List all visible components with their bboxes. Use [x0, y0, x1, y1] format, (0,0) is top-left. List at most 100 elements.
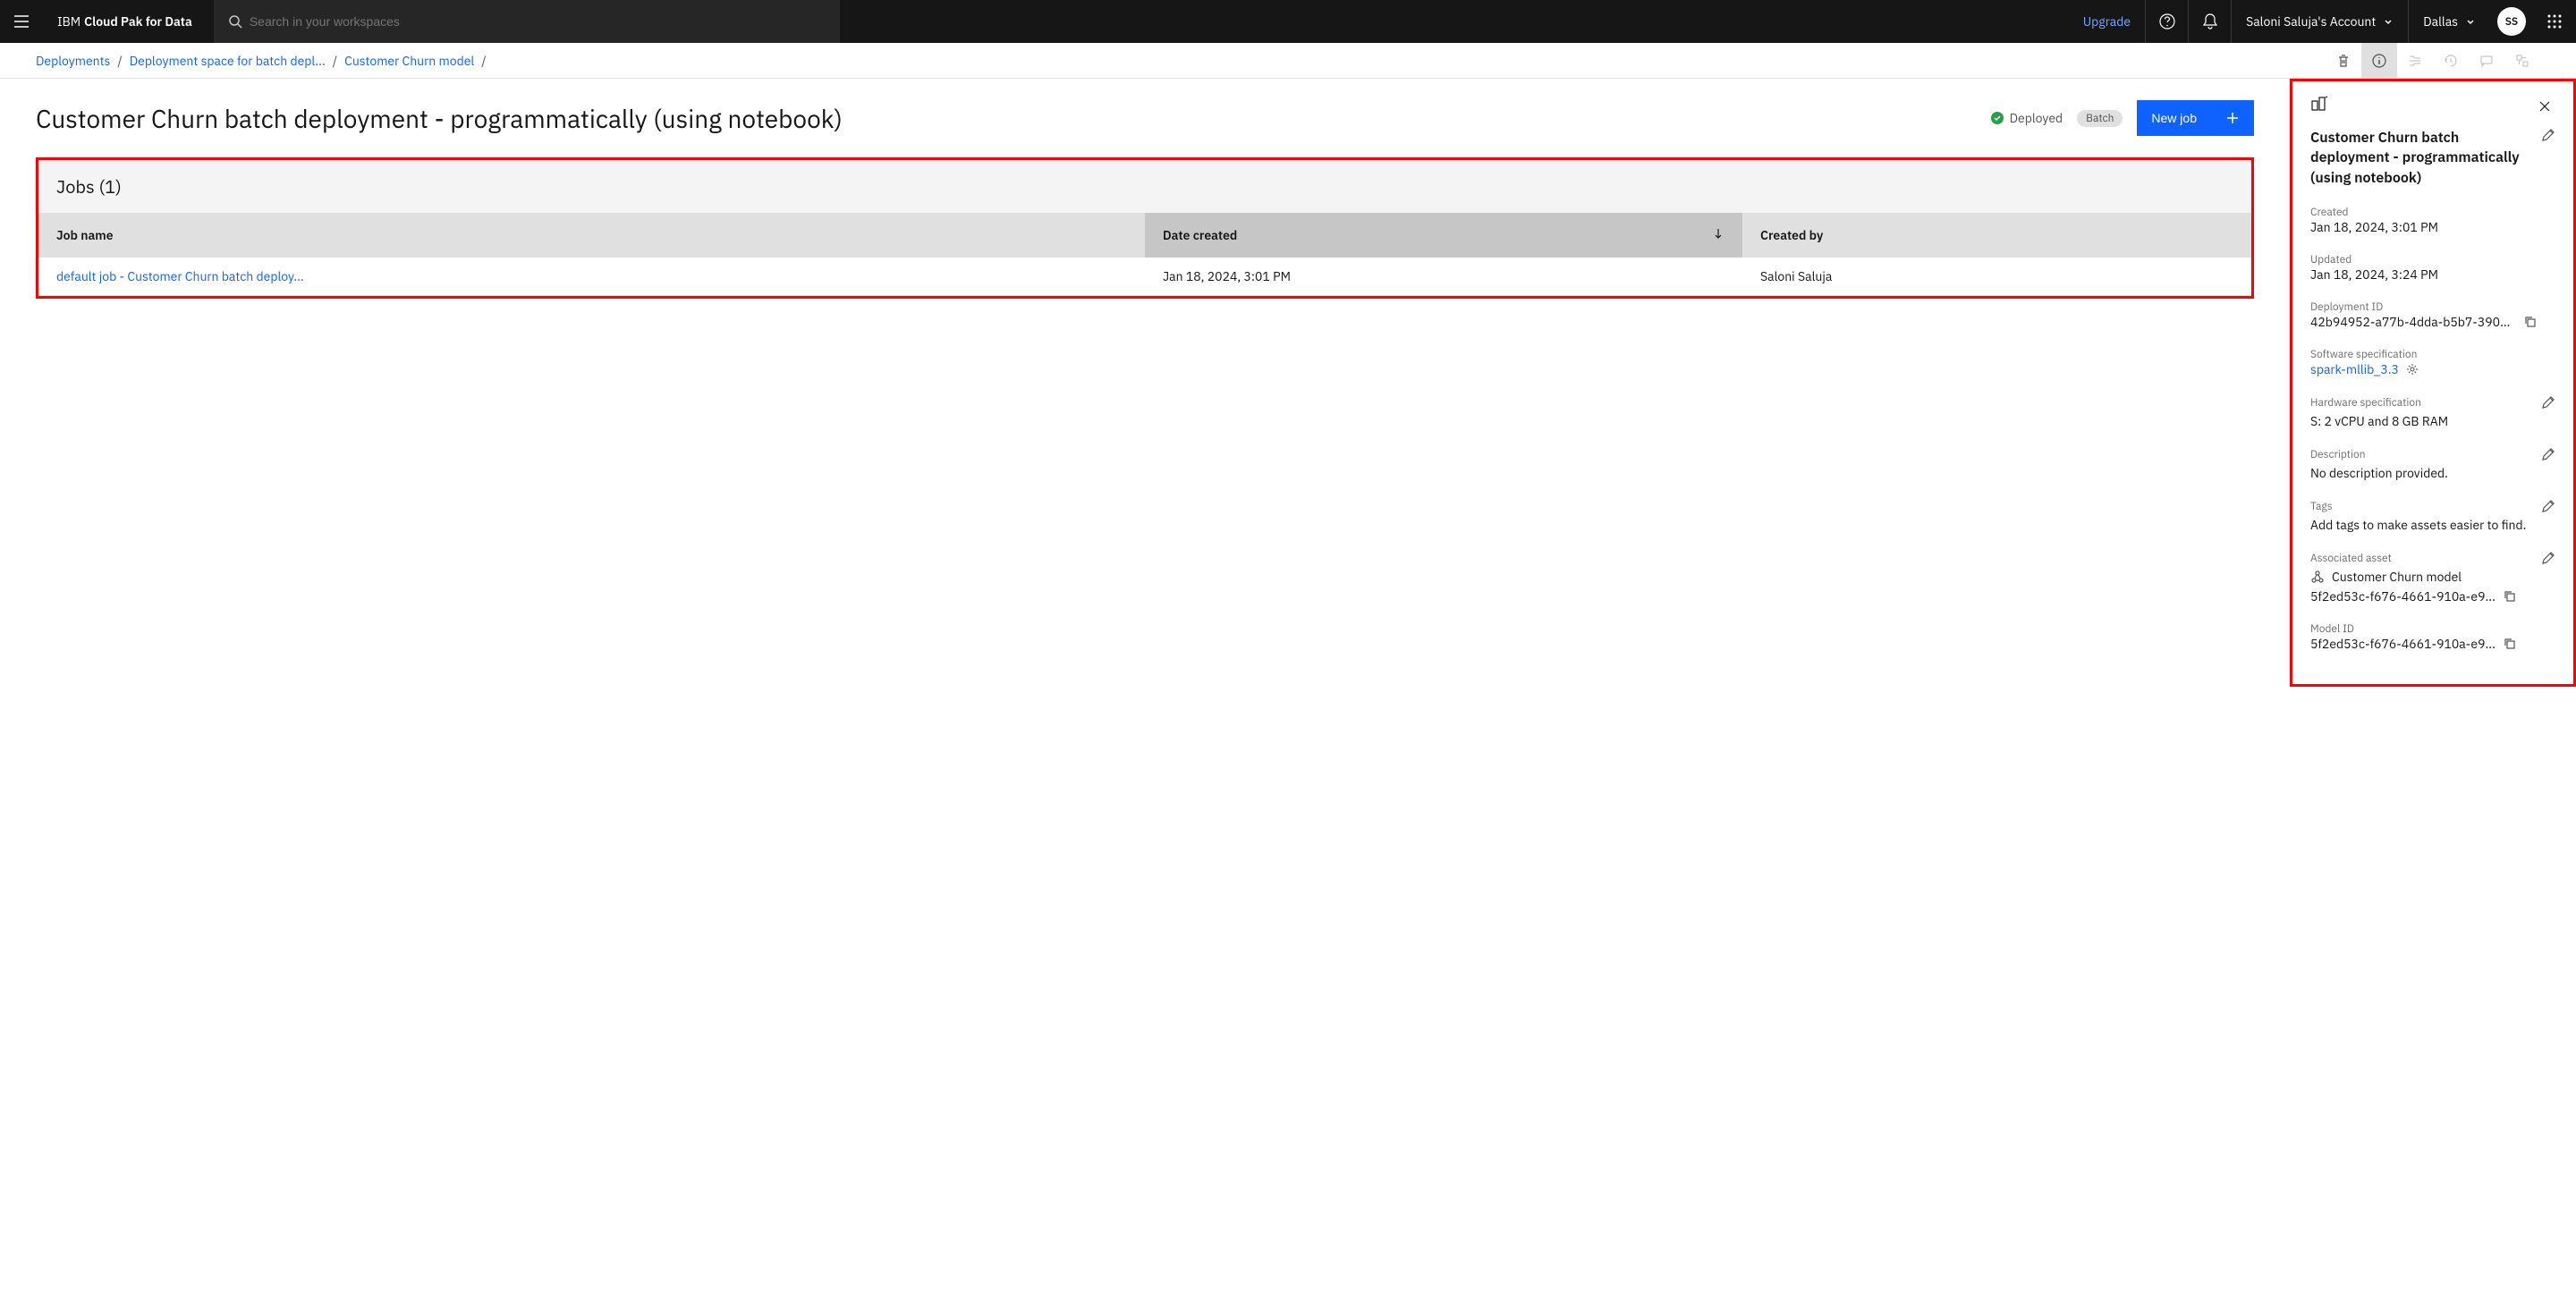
account-menu[interactable]: Saloni Saluja's Account	[2231, 0, 2408, 43]
brand-ibm: IBM	[57, 13, 80, 30]
panel-title-row: Customer Churn batch deployment - progra…	[2310, 128, 2555, 188]
help-icon	[2158, 13, 2176, 30]
model-id-label: Model ID	[2310, 622, 2555, 636]
brand[interactable]: IBM Cloud Pak for Data	[43, 13, 207, 30]
close-icon	[2538, 99, 2552, 114]
col-date-label: Date created	[1163, 227, 1237, 243]
page-header: Customer Churn batch deployment - progra…	[36, 100, 2254, 136]
chat-icon	[2479, 54, 2494, 68]
updated-value: Jan 18, 2024, 3:24 PM	[2310, 266, 2555, 283]
plus-icon	[2225, 111, 2240, 125]
status-deployed: Deployed	[1990, 110, 2063, 126]
brand-cpd: Cloud Pak for Data	[84, 13, 192, 30]
col-job-name[interactable]: Job name	[38, 213, 1145, 258]
edit-icon[interactable]	[2541, 551, 2555, 565]
info-button[interactable]	[2361, 43, 2397, 79]
deployment-icon	[2310, 96, 2328, 114]
detail-hardware-spec: Hardware specification S: 2 vCPU and 8 G…	[2310, 395, 2555, 429]
status-label: Deployed	[2010, 110, 2063, 126]
bell-icon	[2201, 13, 2219, 30]
detail-description: Description No description provided.	[2310, 447, 2555, 481]
delete-button[interactable]	[2326, 43, 2361, 79]
deployment-id-value: 42b94952-a77b-4dda-b5b7-39090...	[2310, 314, 2516, 330]
details-panel: Customer Churn batch deployment - progra…	[2290, 79, 2576, 687]
created-label: Created	[2310, 206, 2555, 219]
breadcrumb-separator: /	[481, 53, 486, 69]
new-job-button[interactable]: New job	[2137, 100, 2254, 136]
description-value: No description provided.	[2310, 465, 2555, 481]
app-switcher-icon	[2546, 13, 2563, 30]
deployment-id-label: Deployment ID	[2310, 300, 2555, 314]
history-icon	[2444, 54, 2458, 68]
description-label: Description	[2310, 448, 2366, 461]
copy-icon[interactable]	[2523, 315, 2538, 329]
region-menu[interactable]: Dallas	[2408, 0, 2490, 43]
breadcrumb-separator: /	[333, 53, 337, 69]
created-value: Jan 18, 2024, 3:01 PM	[2310, 219, 2555, 235]
detail-associated-asset: Associated asset Customer Churn model 5f…	[2310, 551, 2555, 604]
panel-title: Customer Churn batch deployment - progra…	[2310, 128, 2534, 188]
notifications-button[interactable]	[2188, 0, 2231, 43]
copy-icon[interactable]	[2503, 589, 2517, 604]
avatar[interactable]: SS	[2497, 7, 2526, 36]
edit-icon[interactable]	[2541, 395, 2555, 410]
account-name: Saloni Saluja's Account	[2246, 13, 2376, 30]
chevron-down-icon	[2465, 16, 2476, 27]
col-created-by[interactable]: Created by	[1742, 213, 2251, 258]
associated-asset-name: Customer Churn model	[2332, 569, 2462, 585]
tags-label: Tags	[2310, 500, 2333, 513]
panel-header	[2310, 96, 2555, 117]
upgrade-link[interactable]: Upgrade	[2069, 13, 2145, 30]
model-id-value: 5f2ed53c-f676-4661-910a-e9...	[2310, 636, 2496, 652]
region-name: Dallas	[2423, 13, 2458, 30]
job-creator: Saloni Saluja	[1742, 258, 2251, 296]
toolbar-icons	[2326, 43, 2540, 79]
edit-icon[interactable]	[2541, 499, 2555, 513]
menu-icon	[13, 13, 30, 30]
main-content: Customer Churn batch deployment - progra…	[0, 79, 2290, 687]
copy-icon[interactable]	[2503, 637, 2517, 651]
checkmark-filled-icon	[1990, 111, 2004, 125]
breadcrumb-space[interactable]: Deployment space for batch depl...	[130, 53, 326, 69]
detail-deployment-id: Deployment ID 42b94952-a77b-4dda-b5b7-39…	[2310, 300, 2555, 330]
associated-asset-id: 5f2ed53c-f676-4661-910a-e9...	[2310, 588, 2496, 604]
job-date: Jan 18, 2024, 3:01 PM	[1145, 258, 1742, 296]
page-title: Customer Churn batch deployment - progra…	[36, 102, 1976, 135]
detail-created: Created Jan 18, 2024, 3:01 PM	[2310, 206, 2555, 235]
table-row[interactable]: default job - Customer Churn batch deplo…	[38, 258, 2251, 296]
search-icon	[228, 14, 242, 29]
panel-close-button[interactable]	[2534, 96, 2555, 117]
breadcrumb-bar: Deployments / Deployment space for batch…	[0, 43, 2576, 79]
chevron-down-icon	[2383, 16, 2394, 27]
main-layout: Customer Churn batch deployment - progra…	[0, 79, 2576, 687]
search-container[interactable]	[214, 0, 840, 43]
updated-label: Updated	[2310, 253, 2555, 266]
app-switcher[interactable]	[2533, 0, 2576, 43]
related-button	[2504, 43, 2540, 79]
breadcrumb-deployments[interactable]: Deployments	[36, 53, 110, 69]
jobs-table: Job name Date created Created by default…	[38, 213, 2251, 296]
jobs-title: Jobs (1)	[56, 174, 2233, 199]
tags-value: Add tags to make assets easier to find.	[2310, 517, 2555, 533]
detail-tags: Tags Add tags to make assets easier to f…	[2310, 499, 2555, 533]
breadcrumb: Deployments / Deployment space for batch…	[36, 53, 487, 69]
breadcrumb-model[interactable]: Customer Churn model	[344, 53, 474, 69]
job-name-link[interactable]: default job - Customer Churn batch deplo…	[56, 268, 304, 284]
jobs-section-header: Jobs (1)	[38, 160, 2251, 213]
jobs-highlight: Jobs (1) Job name Date created Created b…	[36, 157, 2254, 299]
flow-button	[2397, 43, 2433, 79]
new-job-label: New job	[2151, 111, 2197, 125]
col-date-created[interactable]: Date created	[1145, 213, 1742, 258]
edit-icon[interactable]	[2541, 447, 2555, 461]
batch-badge: Batch	[2077, 110, 2123, 127]
help-button[interactable]	[2145, 0, 2188, 43]
sort-desc-icon	[1712, 227, 1724, 240]
software-spec-value[interactable]: spark-mllib_3.3	[2310, 361, 2399, 377]
detail-model-id: Model ID 5f2ed53c-f676-4661-910a-e9...	[2310, 622, 2555, 652]
search-input[interactable]	[242, 14, 840, 29]
software-spec-label: Software specification	[2310, 348, 2555, 361]
detail-software-spec: Software specification spark-mllib_3.3	[2310, 348, 2555, 377]
related-icon	[2515, 54, 2529, 68]
edit-icon[interactable]	[2541, 128, 2555, 142]
hamburger-menu[interactable]	[0, 0, 43, 43]
